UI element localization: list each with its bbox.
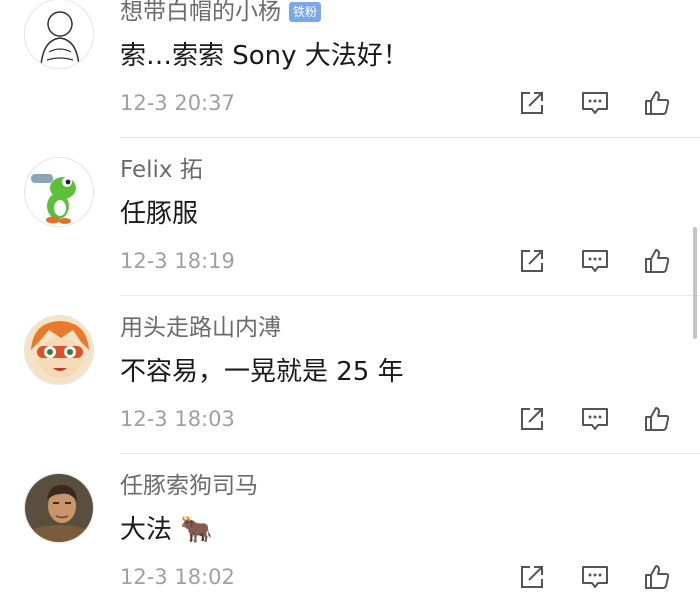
- like-button[interactable]: [642, 88, 672, 118]
- reply-button[interactable]: [580, 88, 610, 118]
- comment-time: 12-3 20:37: [120, 91, 235, 115]
- share-icon: [521, 566, 543, 588]
- reply-button[interactable]: [580, 246, 610, 276]
- sketch-figure-avatar: [25, 0, 93, 68]
- share-button[interactable]: [517, 88, 547, 118]
- username-text: 任豚索狗司马: [120, 473, 258, 499]
- comment-time: 12-3 18:02: [120, 565, 235, 589]
- username[interactable]: Felix 拓: [120, 154, 203, 186]
- thumbs-up-icon: [645, 91, 670, 115]
- scrollbar[interactable]: [693, 227, 697, 339]
- fan-badge: 铁粉: [289, 2, 322, 22]
- comment-list: 想带白帽的小杨 铁粉 索…索索 Sony 大法好！ 12-3 20:37 Fel…: [0, 0, 700, 604]
- comment-icon: [582, 92, 608, 114]
- comment-item: 任豚索狗司马 大法 🐂 12-3 18:02: [0, 454, 700, 604]
- comment-text: 索…索索 Sony 大法好！: [120, 41, 409, 71]
- comment-icon: [582, 566, 608, 588]
- like-button[interactable]: [642, 404, 672, 434]
- share-icon: [521, 408, 543, 430]
- comment-text: 任豚服: [120, 199, 199, 229]
- share-button[interactable]: [517, 404, 547, 434]
- game-hero-avatar: [25, 474, 93, 542]
- username-text: 用头走路山内溥: [120, 315, 281, 341]
- comment-icon: [582, 250, 608, 272]
- thumbs-up-icon: [645, 565, 670, 589]
- username-text: 想带白帽的小杨: [120, 0, 281, 25]
- comment-icon: [582, 408, 608, 430]
- comment-item: 用头走路山内溥 不容易，一晃就是 25 年 12-3 18:03: [0, 296, 700, 454]
- thumbs-up-icon: [645, 407, 670, 431]
- comment-time: 12-3 18:19: [120, 249, 235, 273]
- comment-item: Felix 拓 任豚服 12-3 18:19: [0, 138, 700, 296]
- share-icon: [521, 92, 543, 114]
- comment-item: 想带白帽的小杨 铁粉 索…索索 Sony 大法好！ 12-3 20:37: [0, 0, 700, 138]
- like-button[interactable]: [642, 246, 672, 276]
- comment-text: 不容易，一晃就是 25 年: [120, 357, 404, 387]
- reply-button[interactable]: [580, 404, 610, 434]
- like-button[interactable]: [642, 562, 672, 592]
- thumbs-up-icon: [645, 249, 670, 273]
- share-button[interactable]: [517, 562, 547, 592]
- user-avatar[interactable]: [24, 473, 94, 543]
- username[interactable]: 想带白帽的小杨 铁粉: [120, 0, 322, 28]
- user-avatar[interactable]: [24, 157, 94, 227]
- green-yoshi-avatar: [25, 158, 93, 226]
- share-icon: [521, 250, 543, 272]
- username-text: Felix 拓: [120, 157, 203, 183]
- user-avatar[interactable]: [24, 0, 94, 69]
- user-avatar[interactable]: [24, 315, 94, 385]
- reply-button[interactable]: [580, 562, 610, 592]
- username[interactable]: 任豚索狗司马: [120, 470, 258, 502]
- comment-time: 12-3 18:03: [120, 407, 235, 431]
- share-button[interactable]: [517, 246, 547, 276]
- comment-text: 大法 🐂: [120, 515, 213, 545]
- anime-character-avatar: [25, 316, 93, 384]
- username[interactable]: 用头走路山内溥: [120, 312, 281, 344]
